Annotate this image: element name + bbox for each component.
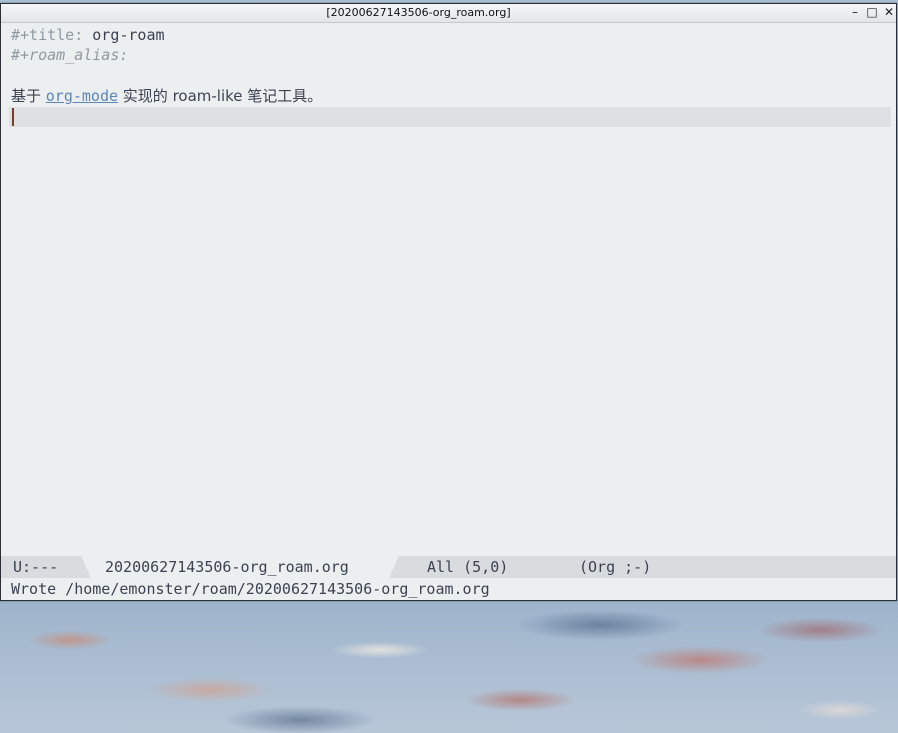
echo-message: Wrote /home/emonster/roam/20200627143506… xyxy=(11,580,490,598)
text-cursor xyxy=(12,108,14,126)
body-text-after: 实现的 roam-like 笔记工具。 xyxy=(118,87,323,105)
window-title: [20200627143506-org_roam.org] xyxy=(326,6,511,19)
current-line-highlight xyxy=(9,107,891,127)
body-text-before: 基于 xyxy=(11,87,46,105)
roam-alias-keyword: #+roam_alias: xyxy=(11,46,129,64)
emacs-window: [20200627143506-org_roam.org] – □ ✕ #+ti… xyxy=(0,3,897,601)
title-value: org-roam xyxy=(92,26,165,44)
mode-line-position: All (5,0) xyxy=(427,558,509,576)
title-bar[interactable]: [20200627143506-org_roam.org] – □ ✕ xyxy=(1,4,896,23)
editor-buffer[interactable]: #+title: org-roam #+roam_alias: 基于 org-m… xyxy=(1,23,896,556)
org-mode-link[interactable]: org-mode xyxy=(46,87,118,105)
maximize-button[interactable]: □ xyxy=(865,5,879,20)
body-text-line[interactable]: 基于 org-mode 实现的 roam-like 笔记工具。 xyxy=(11,86,322,106)
mode-line: U:--- 20200627143506-org_roam.org All (5… xyxy=(1,556,896,578)
title-keyword: #+title: xyxy=(11,26,84,44)
roam-alias-line[interactable]: #+roam_alias: xyxy=(11,45,128,65)
close-button[interactable]: ✕ xyxy=(882,5,896,20)
mode-line-buffer-name[interactable]: 20200627143506-org_roam.org xyxy=(105,556,349,578)
title-line[interactable]: #+title: org-roam xyxy=(11,25,165,45)
mode-line-state: U:--- xyxy=(13,558,59,576)
minimize-button[interactable]: – xyxy=(848,5,862,20)
mode-line-major-mode[interactable]: (Org ;-) xyxy=(579,556,651,578)
echo-area: Wrote /home/emonster/roam/20200627143506… xyxy=(1,578,896,600)
